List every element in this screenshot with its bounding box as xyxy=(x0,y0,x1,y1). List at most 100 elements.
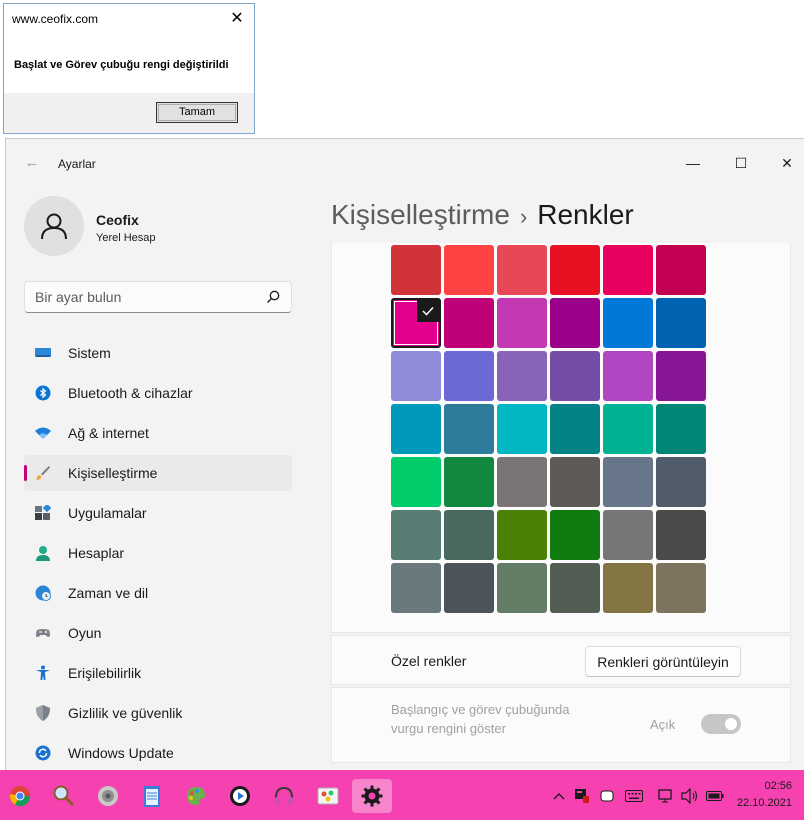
color-swatch[interactable] xyxy=(550,563,600,613)
sidebar-item-label: Bluetooth & cihazlar xyxy=(68,385,193,401)
color-swatch[interactable] xyxy=(550,351,600,401)
sidebar-item-accessibility[interactable]: Erişilebilirlik xyxy=(24,655,292,691)
accent-color-grid xyxy=(391,245,711,613)
color-swatch[interactable] xyxy=(391,245,441,295)
tray-app-icon[interactable] xyxy=(573,787,591,805)
onedrive-cloud-icon[interactable] xyxy=(598,787,616,805)
update-icon xyxy=(35,745,51,761)
color-swatch[interactable] xyxy=(391,510,441,560)
color-swatch[interactable] xyxy=(444,351,494,401)
settings-gear-icon xyxy=(361,785,383,807)
message-box-body: Başlat ve Görev çubuğu rengi değiştirild… xyxy=(4,35,254,93)
close-icon[interactable]: ✕ xyxy=(226,8,248,30)
color-swatch[interactable] xyxy=(444,245,494,295)
taskbar-app-search[interactable] xyxy=(44,779,84,813)
minimize-button[interactable]: — xyxy=(670,147,716,179)
color-swatch[interactable] xyxy=(656,510,706,560)
sidebar-item-sistem[interactable]: Sistem xyxy=(24,335,292,371)
sidebar-item-time-language[interactable]: Zaman ve dil xyxy=(24,575,292,611)
message-box-dialog: www.ceofix.com ✕ Başlat ve Görev çubuğu … xyxy=(3,3,255,134)
taskbar-app-speaker[interactable] xyxy=(88,779,128,813)
color-swatch[interactable] xyxy=(656,298,706,348)
settings-search[interactable] xyxy=(24,281,292,313)
back-arrow-icon[interactable]: ← xyxy=(22,153,42,173)
color-swatch[interactable] xyxy=(656,563,706,613)
ok-button[interactable]: Tamam xyxy=(156,102,238,123)
taskbar-app-headset[interactable] xyxy=(264,779,304,813)
color-swatch[interactable] xyxy=(603,404,653,454)
keyboard-icon[interactable] xyxy=(625,787,643,805)
search-icon[interactable] xyxy=(265,289,281,305)
color-swatch[interactable] xyxy=(550,404,600,454)
color-swatch[interactable] xyxy=(391,351,441,401)
sidebar-item-gaming[interactable]: Oyun xyxy=(24,615,292,651)
toggle-state-label: Açık xyxy=(650,717,676,732)
color-swatch[interactable] xyxy=(550,510,600,560)
color-swatch[interactable] xyxy=(656,245,706,295)
taskbar-app-photos[interactable] xyxy=(308,779,348,813)
sidebar-item-accounts[interactable]: Hesaplar xyxy=(24,535,292,571)
color-swatch[interactable] xyxy=(444,457,494,507)
settings-window: ← Ayarlar — ☐ ✕ Ceofix Yerel Hesap Siste… xyxy=(5,138,804,770)
color-swatch[interactable] xyxy=(550,457,600,507)
color-swatch[interactable] xyxy=(391,404,441,454)
color-swatch[interactable] xyxy=(497,404,547,454)
color-swatch[interactable] xyxy=(444,563,494,613)
color-swatch[interactable] xyxy=(603,298,653,348)
taskbar-app-paint[interactable] xyxy=(176,779,216,813)
monitor-icon xyxy=(35,348,51,357)
sidebar-item-bluetooth[interactable]: Bluetooth & cihazlar xyxy=(24,375,292,411)
color-swatch[interactable] xyxy=(391,457,441,507)
sidebar-item-privacy-security[interactable]: Gizlilik ve güvenlik xyxy=(24,695,292,731)
color-swatch-selected[interactable] xyxy=(391,298,441,348)
toggle-knob xyxy=(725,718,737,730)
color-swatch[interactable] xyxy=(497,510,547,560)
color-swatch[interactable] xyxy=(497,298,547,348)
network-monitor-icon[interactable] xyxy=(657,787,675,805)
color-swatch[interactable] xyxy=(550,298,600,348)
taskbar-clock-time[interactable]: 02:56 xyxy=(752,780,792,792)
color-swatch[interactable] xyxy=(497,351,547,401)
color-swatch[interactable] xyxy=(656,457,706,507)
taskbar-app-settings[interactable] xyxy=(352,779,392,813)
message-box-text: Başlat ve Görev çubuğu rengi değiştirild… xyxy=(14,59,229,71)
color-swatch[interactable] xyxy=(603,510,653,560)
accent-start-taskbar-label: Başlangıç ve görev çubuğunda vurgu rengi… xyxy=(391,702,570,736)
taskbar-clock-date[interactable]: 22.10.2021 xyxy=(732,797,792,809)
color-swatch[interactable] xyxy=(444,404,494,454)
color-swatch[interactable] xyxy=(603,351,653,401)
color-swatch[interactable] xyxy=(391,563,441,613)
color-swatch[interactable] xyxy=(497,457,547,507)
color-swatch[interactable] xyxy=(656,404,706,454)
color-swatch[interactable] xyxy=(603,245,653,295)
sidebar-item-personalization[interactable]: Kişiselleştirme xyxy=(24,455,292,491)
search-input[interactable] xyxy=(35,288,255,306)
taskbar-app-media-player[interactable] xyxy=(220,779,260,813)
apps-icon xyxy=(35,505,51,520)
breadcrumb-parent[interactable]: Kişiselleştirme xyxy=(331,199,510,230)
taskbar-app-chrome[interactable] xyxy=(0,779,40,813)
color-swatch[interactable] xyxy=(497,245,547,295)
breadcrumb-separator: › xyxy=(519,204,528,229)
color-swatch[interactable] xyxy=(603,457,653,507)
color-swatch[interactable] xyxy=(444,298,494,348)
avatar[interactable] xyxy=(24,196,84,256)
close-window-button[interactable]: ✕ xyxy=(764,147,804,179)
sidebar-item-apps[interactable]: Uygulamalar xyxy=(24,495,292,531)
view-colors-button[interactable]: Renkleri görüntüleyin xyxy=(585,646,741,677)
accent-start-taskbar-toggle[interactable] xyxy=(701,714,741,734)
taskbar-app-notepad[interactable] xyxy=(132,779,172,813)
gamepad-icon xyxy=(36,629,50,637)
color-swatch[interactable] xyxy=(656,351,706,401)
sidebar-item-network[interactable]: Ağ & internet xyxy=(24,415,292,451)
sidebar-nav: Sistem Bluetooth & cihazlar Ağ & interne… xyxy=(24,335,292,770)
color-swatch[interactable] xyxy=(603,563,653,613)
color-swatch[interactable] xyxy=(550,245,600,295)
battery-icon[interactable] xyxy=(706,787,724,805)
sidebar-item-windows-update[interactable]: Windows Update xyxy=(24,735,292,770)
color-swatch[interactable] xyxy=(444,510,494,560)
chevron-up-icon[interactable] xyxy=(550,787,568,805)
volume-icon[interactable] xyxy=(681,787,699,805)
color-swatch[interactable] xyxy=(497,563,547,613)
maximize-button[interactable]: ☐ xyxy=(718,147,764,179)
